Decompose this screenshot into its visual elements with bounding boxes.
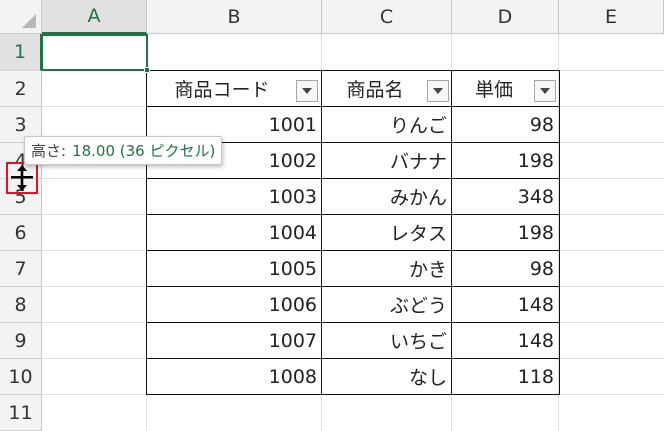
row-header-10[interactable]: 10	[0, 359, 42, 395]
table-cell-price[interactable]: 148	[452, 323, 558, 358]
row-header-2[interactable]: 2	[0, 71, 42, 107]
table-cell-price[interactable]: 198	[452, 215, 558, 250]
table-cell-price[interactable]: 98	[452, 251, 558, 286]
table-cell-name[interactable]: りんご	[322, 107, 451, 142]
table-cell-code[interactable]: 1008	[147, 359, 321, 394]
table-cell-code[interactable]: 1005	[147, 251, 321, 286]
table-cell-name[interactable]: いちご	[322, 323, 451, 358]
table-cell-name[interactable]: ぶどう	[322, 287, 451, 322]
header-cell-unit-price[interactable]: 単価	[452, 71, 536, 106]
row-header-9[interactable]: 9	[0, 323, 42, 359]
column-header-a[interactable]: A	[42, 0, 147, 34]
select-all-triangle-icon	[22, 14, 36, 28]
filter-button-product-name[interactable]	[427, 80, 449, 102]
filter-dropdown-icon	[302, 88, 312, 94]
filter-button-unit-price[interactable]	[534, 80, 556, 102]
table-cell-code[interactable]: 1006	[147, 287, 321, 322]
table-cell-price[interactable]: 118	[452, 359, 558, 394]
table-cell-price[interactable]: 148	[452, 287, 558, 322]
spreadsheet: A B C D E 1 2 3 4 5 6 7 8 9 10 11 商品コード …	[0, 0, 664, 431]
table-cell-name[interactable]: みかん	[322, 179, 451, 214]
filter-dropdown-icon	[433, 88, 443, 94]
column-header-b[interactable]: B	[147, 0, 322, 34]
table-cell-price[interactable]: 348	[452, 179, 558, 214]
row-resize-highlight	[6, 162, 38, 194]
filter-dropdown-icon	[540, 88, 550, 94]
row-header-1[interactable]: 1	[0, 34, 42, 71]
table-cell-price[interactable]: 98	[452, 107, 558, 142]
select-all-corner[interactable]	[0, 0, 42, 34]
table-cell-name[interactable]: なし	[322, 359, 451, 394]
tooltip-value: 18.00 (36 ピクセル)	[72, 142, 216, 160]
table-cell-name[interactable]: レタス	[322, 215, 451, 250]
row-height-tooltip: 高さ: 18.00 (36 ピクセル)	[24, 136, 223, 165]
header-cell-product-name[interactable]: 商品名	[322, 71, 428, 106]
header-cell-product-code[interactable]: 商品コード	[147, 71, 297, 106]
table-cell-name[interactable]: バナナ	[322, 143, 451, 178]
row-header-6[interactable]: 6	[0, 215, 42, 251]
column-header-e[interactable]: E	[559, 0, 664, 34]
table-cell-code[interactable]: 1003	[147, 179, 321, 214]
row-header-7[interactable]: 7	[0, 251, 42, 287]
column-header-d[interactable]: D	[452, 0, 559, 34]
row-resize-cursor-icon[interactable]	[8, 164, 36, 192]
table-cell-name[interactable]: かき	[322, 251, 451, 286]
tooltip-label: 高さ:	[31, 142, 67, 160]
table-cell-price[interactable]: 198	[452, 143, 558, 178]
row-header-8[interactable]: 8	[0, 287, 42, 323]
filter-button-product-code[interactable]	[296, 80, 318, 102]
table-cell-code[interactable]: 1007	[147, 323, 321, 358]
row-header-11[interactable]: 11	[0, 395, 42, 431]
column-header-c[interactable]: C	[322, 0, 452, 34]
table-cell-code[interactable]: 1004	[147, 215, 321, 250]
active-cell-a1[interactable]	[41, 34, 148, 71]
fill-handle[interactable]	[144, 67, 150, 73]
